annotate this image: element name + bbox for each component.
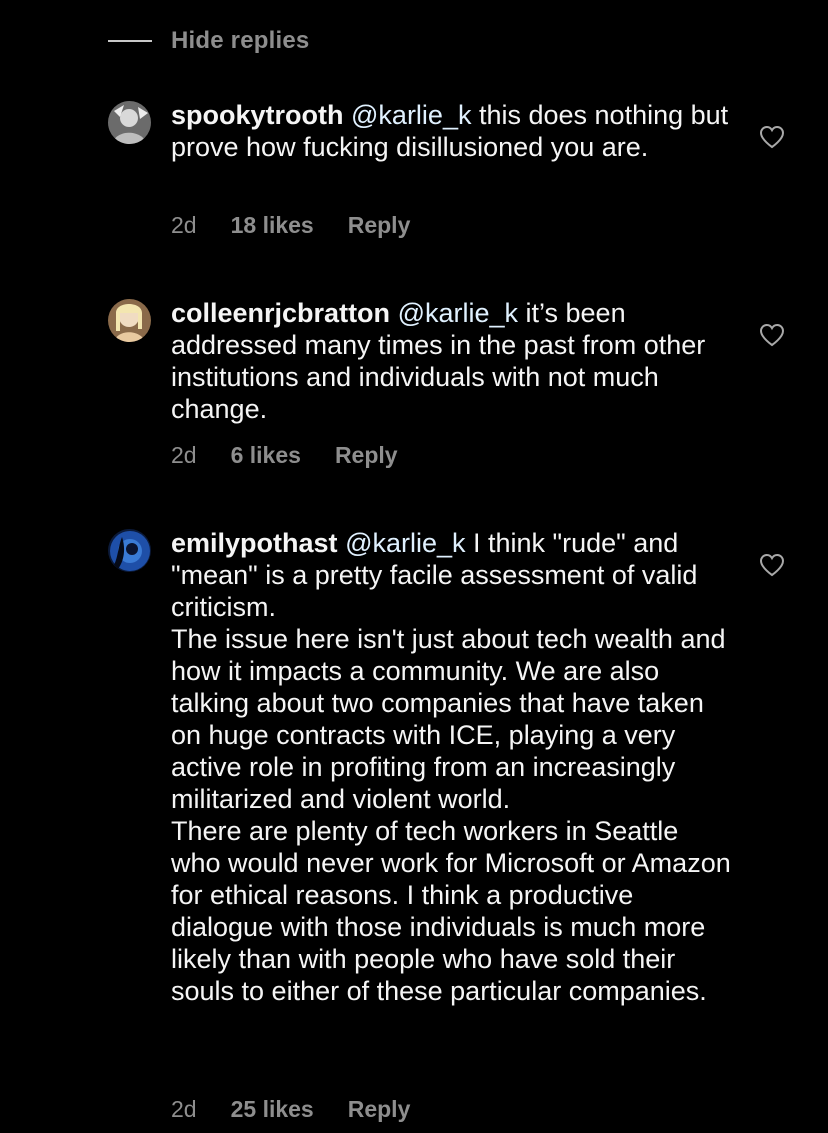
avatar[interactable] (108, 529, 151, 572)
avatar[interactable] (108, 299, 151, 342)
reply-button[interactable]: Reply (348, 212, 411, 239)
comment-username[interactable]: spookytrooth (171, 100, 344, 130)
comment-meta: 2d 18 likes Reply (171, 212, 410, 239)
comment-mention[interactable]: @karlie_k (345, 528, 465, 558)
comment-content: colleenrjcbratton @karlie_k it’s been ad… (171, 297, 731, 425)
avatar[interactable] (108, 101, 151, 144)
comment-text: colleenrjcbratton @karlie_k it’s been ad… (171, 297, 731, 425)
comment-likes[interactable]: 18 likes (231, 212, 314, 239)
hide-replies-label: Hide replies (171, 27, 310, 54)
comment-content: spookytrooth @karlie_k this does nothing… (171, 99, 731, 163)
comment-paragraph-first: emilypothast @karlie_k I think "rude" an… (171, 527, 731, 623)
comment-text: spookytrooth @karlie_k this does nothing… (171, 99, 731, 163)
comment-username[interactable]: colleenrjcbratton (171, 298, 390, 328)
comment-username[interactable]: emilypothast (171, 528, 338, 558)
heart-outline-icon[interactable] (759, 125, 785, 149)
comment-content: emilypothast @karlie_k I think "rude" an… (171, 527, 731, 1007)
comment-paragraph: The issue here isn't just about tech wea… (171, 624, 726, 814)
comment-paragraph: There are plenty of tech workers in Seat… (171, 816, 731, 1006)
comment-time: 2d (171, 1096, 197, 1122)
hide-replies-button[interactable]: Hide replies (108, 26, 309, 56)
comment-likes[interactable]: 25 likes (231, 1096, 314, 1123)
comment-likes[interactable]: 6 likes (231, 442, 301, 469)
comment-meta: 2d 6 likes Reply (171, 442, 398, 469)
comment-mention[interactable]: @karlie_k (398, 298, 518, 328)
hide-replies-line (108, 40, 152, 42)
reply-button[interactable]: Reply (348, 1096, 411, 1123)
reply-button[interactable]: Reply (335, 442, 398, 469)
heart-outline-icon[interactable] (759, 323, 785, 347)
comment-time: 2d (171, 212, 197, 238)
comment-time: 2d (171, 442, 197, 468)
comment-text: emilypothast @karlie_k I think "rude" an… (171, 527, 731, 1007)
comment-meta: 2d 25 likes Reply (171, 1096, 410, 1123)
heart-outline-icon[interactable] (759, 553, 785, 577)
comment-mention[interactable]: @karlie_k (351, 100, 471, 130)
